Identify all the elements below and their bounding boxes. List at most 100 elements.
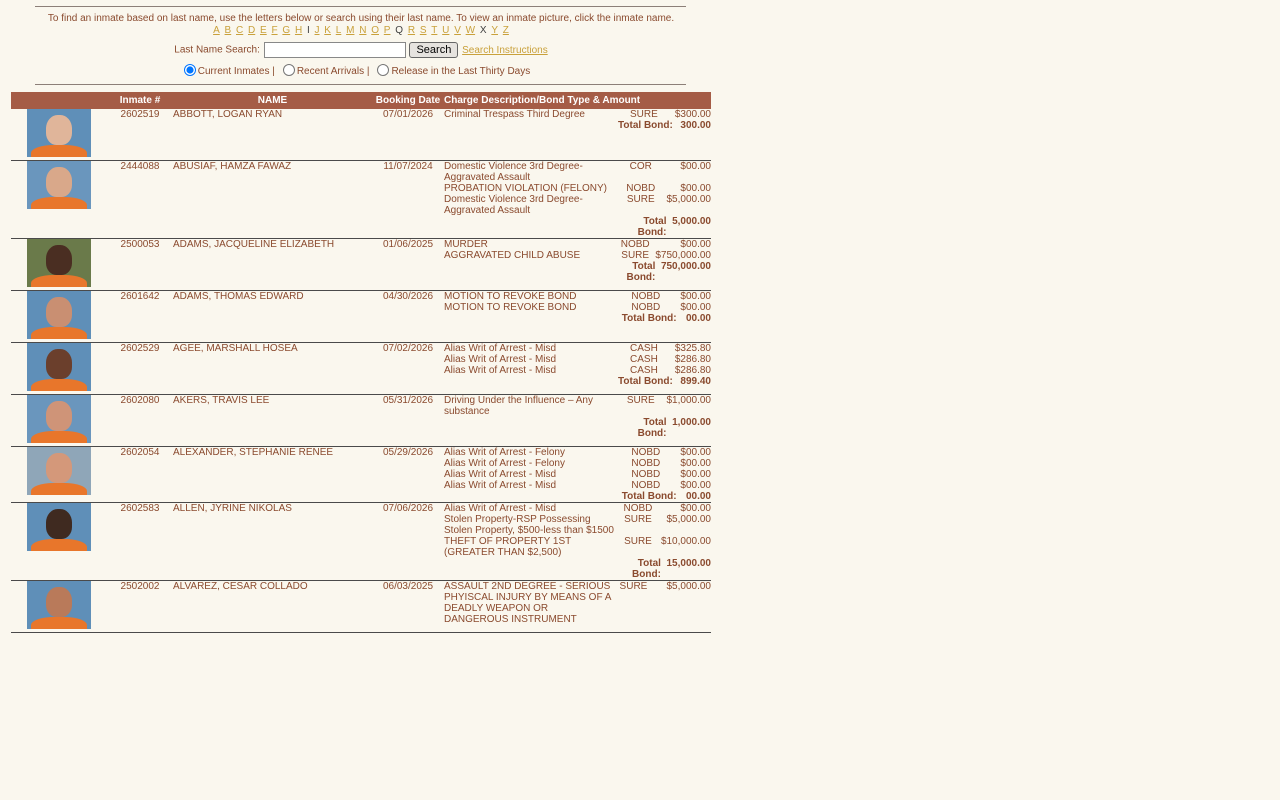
charge-description: MURDER	[444, 239, 488, 250]
charges-table: Driving Under the Influence – Any substa…	[444, 395, 711, 439]
mugshot-face	[46, 167, 72, 197]
inmate-number: 2502002	[107, 580, 173, 633]
inmate-mugshot[interactable]	[27, 291, 91, 339]
charge-row: Driving Under the Influence – Any substa…	[444, 395, 711, 417]
inmate-mugshot[interactable]	[27, 447, 91, 495]
charge-row: PROBATION VIOLATION (FELONY) NOBD $00.00	[444, 183, 711, 194]
letter-c[interactable]: C	[236, 25, 243, 36]
bond-amount: $5,000.00	[666, 514, 712, 525]
bond-amount: $00.00	[680, 239, 711, 250]
letter-w[interactable]: W	[466, 25, 475, 36]
search-row: Last Name Search: Search Search Instruct…	[11, 42, 711, 60]
column-header-name: NAME	[173, 92, 372, 109]
total-bond-label: Total Bond:	[632, 558, 661, 580]
inmate-name[interactable]: ALLEN, JYRINE NIKOLAS	[173, 502, 372, 581]
column-header-charges: Charge Description/Bond Type & Amount	[444, 92, 711, 109]
table-row: 2602080 AKERS, TRAVIS LEE 05/31/2026 Drivin…	[11, 394, 711, 447]
inmate-name[interactable]: AKERS, TRAVIS LEE	[173, 394, 372, 447]
letter-d[interactable]: D	[248, 25, 255, 36]
inmate-name[interactable]: AGEE, MARSHALL HOSEA	[173, 342, 372, 395]
letter-k[interactable]: K	[324, 25, 331, 36]
letter-f[interactable]: F	[271, 25, 277, 36]
letter-h[interactable]: H	[295, 25, 302, 36]
letter-p[interactable]: P	[384, 25, 391, 36]
total-bond-amount: 300.00	[680, 120, 711, 131]
letter-n[interactable]: N	[359, 25, 366, 36]
inmate-mugshot[interactable]	[27, 239, 91, 287]
letter-l[interactable]: L	[336, 25, 342, 36]
bond-type: SURE	[624, 514, 652, 525]
inmate-mugshot[interactable]	[27, 343, 91, 391]
total-bond-amount: 750,000.00	[660, 261, 711, 272]
letter-e[interactable]: E	[260, 25, 267, 36]
letter-t[interactable]: T	[431, 25, 437, 36]
charges-cell: Alias Writ of Arrest - Misd CASH $325.80 Al…	[444, 342, 711, 395]
charge-description: Criminal Trespass Third Degree	[444, 109, 585, 120]
charge-description: ASSAULT 2ND DEGREE - SERIOUS PHYISCAL IN…	[444, 581, 611, 625]
letter-u[interactable]: U	[442, 25, 449, 36]
last-name-search-input[interactable]	[263, 42, 406, 58]
charge-row: Alias Writ of Arrest - Misd NOBD $00.00	[444, 503, 711, 514]
letter-r[interactable]: R	[408, 25, 415, 36]
inmate-mugshot[interactable]	[27, 581, 91, 629]
table-row: 2602583 ALLEN, JYRINE NIKOLAS 07/06/2026 Al…	[11, 502, 712, 581]
total-bond-label: Total Bond:	[621, 491, 677, 502]
charges-table: ASSAULT 2ND DEGREE - SERIOUS PHYISCAL IN…	[444, 581, 711, 625]
letter-y[interactable]: Y	[491, 25, 498, 36]
inmate-mugshot[interactable]	[27, 161, 91, 209]
charges-table: Criminal Trespass Third Degree SURE $300.0…	[444, 109, 711, 131]
inmate-name[interactable]: ALVAREZ, CESAR COLLADO	[173, 580, 372, 633]
letter-o[interactable]: O	[371, 25, 379, 36]
charge-description: Alias Writ of Arrest - Felony	[444, 447, 565, 458]
booking-date: 01/06/2025	[372, 238, 444, 291]
letter-a[interactable]: A	[213, 25, 220, 36]
bond-amount: $325.80	[674, 343, 711, 354]
inmate-mugshot[interactable]	[27, 395, 91, 443]
charges-table: Alias Writ of Arrest - Felony NOBD $00.00 A…	[444, 447, 711, 502]
inmate-name[interactable]: ABBOTT, LOGAN RYAN	[173, 109, 372, 161]
mugshot-shirt	[31, 617, 87, 629]
mugshot-face	[46, 401, 72, 431]
inmate-name[interactable]: ALEXANDER, STEPHANIE RENEE	[173, 446, 372, 503]
letter-v[interactable]: V	[454, 25, 461, 36]
charges-table: MOTION TO REVOKE BOND NOBD $00.00 MOTION TO…	[444, 291, 711, 324]
filter-radio-1[interactable]	[282, 64, 295, 76]
letter-m[interactable]: M	[346, 25, 354, 36]
charges-cell: Domestic Violence 3rd Degree- Aggravated…	[444, 160, 711, 239]
charge-description: Alias Writ of Arrest - Misd	[444, 343, 557, 354]
bottom-divider	[35, 84, 686, 85]
search-instructions-link[interactable]: Search Instructions	[462, 45, 548, 56]
letter-b[interactable]: B	[225, 25, 232, 36]
letter-z[interactable]: Z	[503, 25, 509, 36]
booking-date: 07/02/2026	[372, 342, 444, 395]
mugshot-face	[46, 349, 72, 379]
charge-description: MOTION TO REVOKE BOND	[444, 291, 577, 302]
inmate-name[interactable]: ADAMS, THOMAS EDWARD	[173, 290, 372, 343]
letter-s[interactable]: S	[420, 25, 427, 36]
table-header-row: Inmate # NAME Booking Date Charge Descri…	[11, 92, 711, 109]
letter-j[interactable]: J	[315, 25, 320, 36]
total-spacer	[444, 376, 615, 387]
mugshot-shirt	[31, 275, 87, 287]
inmate-name[interactable]: ABUSIAF, HAMZA FAWAZ	[173, 160, 372, 239]
bond-amount: $00.00	[680, 480, 711, 491]
mugshot-face	[46, 297, 72, 327]
photo-cell	[11, 394, 107, 447]
letter-g[interactable]: G	[282, 25, 290, 36]
total-bond-label: Total Bond:	[618, 120, 673, 131]
search-button[interactable]: Search	[409, 42, 459, 58]
charges-cell: Criminal Trespass Third Degree SURE $300.0…	[444, 109, 711, 161]
inmate-mugshot[interactable]	[27, 503, 91, 551]
filter-radio-0[interactable]	[183, 64, 196, 76]
mugshot-shirt	[31, 539, 87, 551]
bond-amount: $00.00	[680, 458, 711, 469]
total-bond-row: Total Bond: 750,000.00	[444, 261, 711, 283]
inmate-name[interactable]: ADAMS, JACQUELINE ELIZABETH	[173, 238, 372, 291]
bond-type: CASH	[630, 343, 658, 354]
filter-radio-2[interactable]	[377, 64, 390, 76]
charge-description: Alias Writ of Arrest - Misd	[444, 480, 557, 491]
total-spacer	[444, 417, 615, 439]
inmate-mugshot[interactable]	[27, 109, 91, 157]
table-row: 2602054 ALEXANDER, STEPHANIE RENEE 05/29/2…	[11, 446, 711, 503]
bond-type: NOBD	[626, 183, 656, 194]
